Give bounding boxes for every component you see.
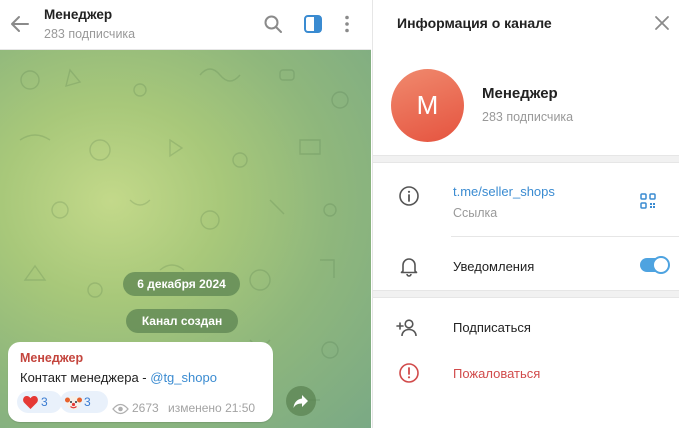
- chat-pane: Менеджер 283 подписчика 6 декабря 2024 К…: [0, 0, 371, 428]
- date-pill: 6 декабря 2024: [123, 272, 240, 296]
- eye-views-icon: [112, 403, 129, 415]
- reaction-count: 3: [84, 395, 91, 409]
- reaction-heart[interactable]: 3: [17, 391, 62, 413]
- report-warning-icon: [399, 363, 419, 383]
- channel-link-caption: Ссылка: [453, 206, 498, 220]
- search-icon[interactable]: [261, 12, 285, 36]
- reaction-count: 3: [41, 395, 48, 409]
- chat-title[interactable]: Менеджер: [44, 7, 112, 22]
- views-count: 2673: [132, 401, 159, 415]
- channel-subscriber-count: 283 подписчика: [482, 110, 574, 124]
- channel-link[interactable]: t.me/seller_shops: [453, 184, 555, 199]
- reaction-clown[interactable]: 3: [60, 391, 108, 413]
- back-arrow-icon[interactable]: [8, 12, 32, 36]
- toggle-knob: [652, 256, 670, 274]
- section-separator: [373, 155, 679, 163]
- message-text: Контакт менеджера - @tg_shopo: [20, 370, 217, 385]
- info-panel-title: Информация о канале: [397, 15, 552, 31]
- chat-subscriber-count: 283 подписчика: [44, 27, 136, 41]
- notifications-label: Уведомления: [453, 259, 535, 274]
- notifications-toggle[interactable]: [640, 256, 670, 274]
- qr-code-icon[interactable]: [640, 193, 656, 209]
- add-user-icon: [396, 319, 417, 337]
- bell-icon: [400, 258, 418, 277]
- edited-timestamp: изменено 21:50: [168, 401, 256, 415]
- report-button[interactable]: Пожаловаться: [453, 366, 540, 381]
- row-divider: [451, 236, 679, 237]
- channel-name: Менеджер: [482, 85, 558, 102]
- close-icon[interactable]: [653, 14, 671, 32]
- channel-avatar[interactable]: М: [391, 69, 464, 142]
- message-mention-link[interactable]: @tg_shopo: [150, 370, 217, 385]
- more-vertical-icon[interactable]: [335, 12, 359, 36]
- side-panel-icon[interactable]: [301, 12, 325, 36]
- subscribe-button[interactable]: Подписаться: [453, 320, 531, 335]
- share-button[interactable]: [286, 386, 316, 416]
- chat-header[interactable]: Менеджер 283 подписчика: [0, 0, 371, 50]
- info-circle-icon: [399, 186, 419, 206]
- clown-emoji-icon: [65, 396, 82, 410]
- share-arrow-icon: [293, 395, 308, 408]
- channel-message[interactable]: Менеджер Контакт менеджера - @tg_shopo 3…: [8, 342, 273, 422]
- channel-info-panel: Информация о канале М Менеджер 283 подпи…: [372, 0, 679, 428]
- message-author[interactable]: Менеджер: [20, 351, 83, 365]
- heart-emoji-icon: [23, 396, 38, 409]
- message-body: Контакт менеджера -: [20, 370, 151, 385]
- service-message-pill: Канал создан: [126, 309, 238, 333]
- section-separator: [373, 290, 679, 298]
